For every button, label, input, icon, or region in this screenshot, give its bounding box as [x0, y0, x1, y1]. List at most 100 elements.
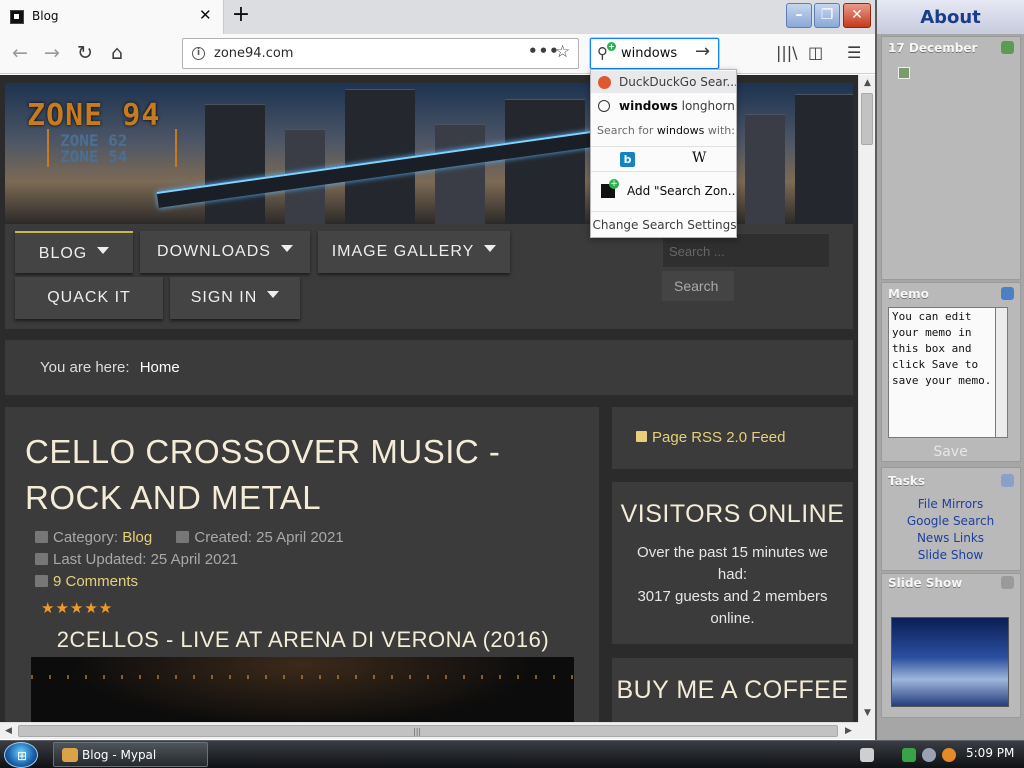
rss-link[interactable]: Page RSS 2.0 Feed	[652, 429, 785, 446]
site-logo-sub: ZONE 62 ZONE 54	[60, 133, 127, 165]
taskbar-clock[interactable]: 5:09 PM	[966, 746, 1014, 760]
info-icon[interactable]: i	[192, 47, 205, 60]
task-link-google-search[interactable]: Google Search	[877, 514, 1024, 528]
close-icon[interactable]: ✕	[199, 6, 212, 24]
sidebar-toggle-icon[interactable]: ◫	[808, 43, 823, 62]
add-search-engine[interactable]: Add "Search Zon...	[591, 179, 737, 203]
menu-label: BLOG	[38, 245, 88, 262]
visitors-count: 3017 guests and 2 members online.	[637, 588, 828, 627]
site-favicon-icon	[10, 10, 24, 24]
search-for-suffix: with:	[704, 124, 735, 137]
tab-bar: Blog ✕ + – ❐ ✕	[0, 0, 875, 34]
suggestion-label: windows longhorn	[619, 95, 735, 117]
slideshow-icon	[1001, 576, 1014, 589]
home-button[interactable]: ⌂	[105, 42, 129, 66]
menu-label: SIGN IN	[190, 289, 258, 306]
memo-textarea[interactable]: You can edit your memo in this box and c…	[888, 307, 996, 438]
site-logo[interactable]: ZONE 94	[27, 98, 160, 133]
duckduckgo-icon	[598, 76, 611, 89]
vertical-scroll-thumb[interactable]	[861, 93, 873, 145]
scroll-left-arrow-icon[interactable]: ◀	[0, 723, 17, 740]
bookmark-star-icon[interactable]: ☆	[555, 42, 570, 62]
banner-building	[505, 99, 585, 224]
article-title[interactable]: CELLO CROSSOVER MUSIC - ROCK AND METAL	[25, 429, 585, 521]
search-for-label: Search for windows with:	[597, 124, 735, 137]
search-input[interactable]: windows	[621, 46, 677, 61]
add-engine-label: Add "Search Zon...	[627, 184, 737, 198]
minimize-button[interactable]: –	[786, 3, 812, 28]
task-link-news-links[interactable]: News Links	[877, 531, 1024, 545]
sidebar-title[interactable]: About	[877, 0, 1024, 34]
menu-item-blog[interactable]: BLOG	[15, 231, 133, 273]
suggestion-history[interactable]: windows longhorn	[591, 95, 736, 117]
menu-hamburger-icon[interactable]: ☰	[847, 43, 861, 62]
reload-button[interactable]: ↻	[73, 42, 97, 66]
site-search-button[interactable]: Search	[662, 271, 734, 301]
chevron-down-icon	[97, 247, 110, 254]
search-tray-icon[interactable]	[942, 748, 956, 762]
video-player[interactable]	[31, 657, 574, 722]
banner-building	[795, 94, 853, 224]
breadcrumb: You are here: Home	[5, 340, 853, 395]
site-search-input[interactable]: Search ...	[662, 233, 830, 268]
chevron-down-icon	[267, 291, 280, 298]
library-icon[interactable]: |||\	[776, 43, 798, 62]
tasks-title: Tasks	[888, 474, 926, 488]
forward-button[interactable]: →	[40, 42, 64, 66]
url-bar[interactable]: i zone94.com ••• ☆	[182, 38, 579, 69]
coffee-title: BUY ME A COFFEE	[616, 676, 849, 704]
suggestion-duckduckgo[interactable]: DuckDuckGo Sear...	[591, 71, 736, 93]
bing-icon[interactable]: b	[620, 152, 635, 167]
article-meta-category: Category: Blog Created: 25 April 2021	[35, 529, 344, 546]
visitors-box: VISITORS ONLINE Over the past 15 minutes…	[612, 482, 853, 644]
menu-item-quack-it[interactable]: QUACK IT	[15, 277, 163, 319]
comments-link[interactable]: 9 Comments	[53, 573, 138, 590]
back-button[interactable]: ←	[8, 42, 32, 66]
scroll-down-arrow-icon[interactable]: ▼	[859, 705, 876, 722]
search-go-arrow-icon[interactable]: →	[695, 41, 710, 62]
restore-button[interactable]: ❐	[814, 3, 840, 28]
add-engine-icon	[601, 179, 619, 198]
memo-title: Memo	[888, 287, 929, 301]
gadget-settings-icon[interactable]	[1001, 41, 1014, 54]
windows-logo-icon: ⊞	[17, 749, 28, 763]
taskbar-window-button[interactable]: Blog - Mypal	[53, 742, 208, 767]
banner-building	[205, 104, 265, 224]
search-bar[interactable]: ⚲ + windows →	[590, 38, 719, 69]
start-button[interactable]: ⊞	[4, 742, 38, 768]
tasks-icon	[1001, 474, 1014, 487]
scroll-right-arrow-icon[interactable]: ▶	[840, 723, 857, 740]
grip-icon: |||	[413, 727, 422, 736]
task-link-file-mirrors[interactable]: File Mirrors	[877, 497, 1024, 511]
category-link[interactable]: Blog	[122, 529, 152, 546]
menu-item-downloads[interactable]: DOWNLOADS	[140, 231, 310, 273]
vertical-scrollbar[interactable]: ▲ ▼	[858, 75, 875, 722]
url-text[interactable]: zone94.com	[214, 46, 293, 61]
menu-item-image-gallery[interactable]: IMAGE GALLERY	[318, 231, 510, 273]
browser-window: Blog ✕ + – ❐ ✕ ← → ↻ ⌂ i zone94.com ••• …	[0, 0, 875, 740]
change-search-settings[interactable]: Change Search Settings	[591, 211, 736, 237]
visitors-intro: Over the past 15 minutes we had:	[637, 544, 828, 583]
network-tray-icon[interactable]	[902, 748, 916, 762]
tab-blog[interactable]: Blog ✕	[0, 0, 224, 34]
horizontal-scrollbar[interactable]: ◀ ||| ▶	[0, 722, 858, 739]
scroll-up-arrow-icon[interactable]: ▲	[859, 75, 876, 92]
broken-image-icon	[898, 67, 910, 79]
rss-box: Page RSS 2.0 Feed	[612, 407, 853, 469]
calendar-date: 17 December	[888, 41, 978, 55]
keyboard-tray-icon[interactable]	[860, 748, 874, 762]
wikipedia-icon[interactable]: W	[692, 150, 706, 166]
search-for-prefix: Search for	[597, 124, 657, 137]
horizontal-scroll-thumb[interactable]: |||	[18, 725, 838, 737]
memo-scrollbar[interactable]	[996, 307, 1008, 438]
rating-stars[interactable]: ★★★★★	[41, 599, 113, 617]
menu-label: QUACK IT	[47, 289, 131, 306]
task-link-slide-show[interactable]: Slide Show	[877, 548, 1024, 562]
menu-item-sign-in[interactable]: SIGN IN	[170, 277, 300, 319]
new-tab-button[interactable]: +	[230, 2, 252, 27]
memo-icon	[1001, 287, 1014, 300]
volume-tray-icon[interactable]	[922, 748, 936, 762]
close-window-button[interactable]: ✕	[843, 3, 871, 28]
memo-save-button[interactable]: Save	[877, 444, 1024, 460]
slideshow-image[interactable]	[891, 617, 1009, 707]
